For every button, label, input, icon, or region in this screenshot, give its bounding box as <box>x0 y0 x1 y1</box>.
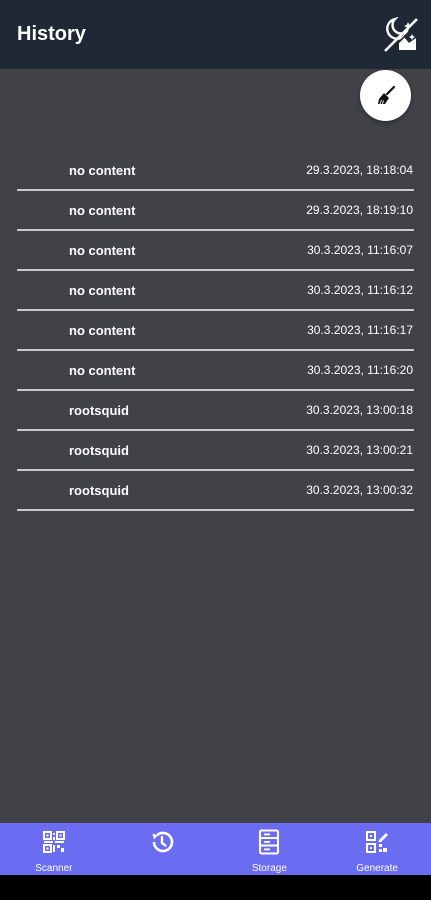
history-icon <box>149 829 175 855</box>
nav-scanner-label: Scanner <box>35 863 73 874</box>
nav-history-label: History <box>146 863 178 874</box>
history-row-content: rootsquid <box>69 482 129 498</box>
history-row-content: no content <box>69 362 136 378</box>
nav-generate[interactable]: Generate <box>323 823 431 875</box>
night-mode-icon <box>384 16 420 54</box>
history-row-timestamp: 29.3.2023, 18:18:04 <box>306 163 413 177</box>
history-row[interactable]: no content 29.3.2023, 18:19:10 <box>17 191 414 231</box>
broom-icon <box>377 85 395 104</box>
app-header: History <box>0 0 431 69</box>
history-row-content: no content <box>69 202 136 218</box>
system-navigation-bar <box>0 875 431 900</box>
history-row-timestamp: 30.3.2023, 11:16:12 <box>307 283 413 297</box>
page-title: History <box>17 23 86 45</box>
history-row-content: no content <box>69 322 136 338</box>
history-row-timestamp: 29.3.2023, 18:19:10 <box>306 203 413 217</box>
history-row-content: rootsquid <box>69 442 129 458</box>
history-row[interactable]: no content 30.3.2023, 11:16:17 <box>17 311 414 351</box>
history-row[interactable]: rootsquid 30.3.2023, 13:00:18 <box>17 391 414 431</box>
nav-storage-label: Storage <box>251 863 287 874</box>
clear-history-button[interactable] <box>360 70 411 121</box>
history-row-timestamp: 30.3.2023, 11:16:17 <box>307 323 413 337</box>
nav-generate-label: Generate <box>356 863 398 874</box>
qr-scan-icon <box>41 829 67 855</box>
history-row-timestamp: 30.3.2023, 11:16:20 <box>307 363 413 377</box>
nav-storage[interactable]: Storage <box>216 823 324 875</box>
history-row[interactable]: no content 30.3.2023, 11:16:20 <box>17 351 414 391</box>
nav-history[interactable]: History <box>108 823 216 875</box>
history-row-timestamp: 30.3.2023, 11:16:07 <box>307 243 413 257</box>
history-row[interactable]: no content 30.3.2023, 11:16:07 <box>17 231 414 271</box>
history-screen: History no content 29.3.2023, 18:18:04 n… <box>0 0 431 875</box>
history-row-content: no content <box>69 162 136 178</box>
history-row[interactable]: rootsquid 30.3.2023, 13:00:32 <box>17 471 414 511</box>
history-row[interactable]: no content 30.3.2023, 11:16:12 <box>17 271 414 311</box>
nav-scanner[interactable]: Scanner <box>0 823 108 875</box>
bottom-navigation: Scanner History Storage Generate <box>0 823 431 875</box>
night-mode-toggle[interactable] <box>379 13 423 57</box>
qr-edit-icon <box>364 829 390 855</box>
history-row-timestamp: 30.3.2023, 13:00:18 <box>306 403 413 417</box>
history-row-content: rootsquid <box>69 402 129 418</box>
history-row-timestamp: 30.3.2023, 13:00:21 <box>306 443 413 457</box>
history-row-content: no content <box>69 242 136 258</box>
history-row[interactable]: rootsquid 30.3.2023, 13:00:21 <box>17 431 414 471</box>
history-row-timestamp: 30.3.2023, 13:00:32 <box>306 483 413 497</box>
history-list: no content 29.3.2023, 18:18:04 no conten… <box>17 151 414 511</box>
history-row-content: no content <box>69 282 136 298</box>
history-row[interactable]: no content 29.3.2023, 18:18:04 <box>17 151 414 191</box>
storage-icon <box>256 829 282 855</box>
